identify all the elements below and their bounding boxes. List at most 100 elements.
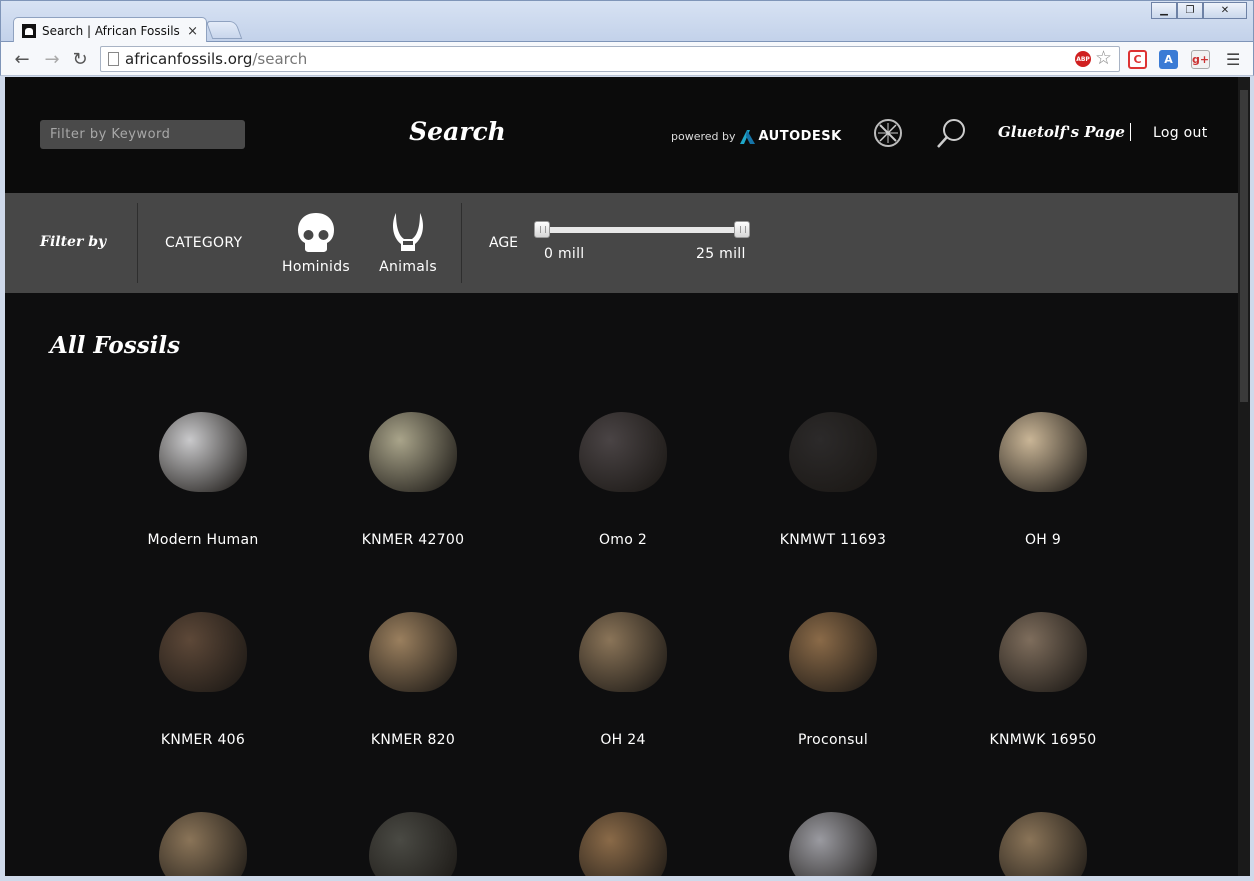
fossil-label: Modern Human (147, 532, 259, 548)
fossil-image (579, 612, 667, 692)
category-hominids-label: Hominids (282, 259, 350, 275)
fossil-card[interactable]: Proconsul (743, 587, 923, 748)
new-tab-button[interactable] (205, 21, 243, 39)
fossil-thumbnail[interactable] (323, 587, 503, 717)
bookmark-star-icon[interactable]: ☆ (1095, 47, 1112, 69)
translate-icon[interactable]: A (1159, 50, 1178, 69)
window-close-button[interactable]: ✕ (1203, 2, 1247, 19)
fossil-image (999, 812, 1087, 876)
fossil-thumbnail[interactable] (953, 787, 1133, 876)
fossil-label: KNMER 406 (160, 732, 246, 748)
fossil-thumbnail[interactable] (323, 387, 503, 517)
fossil-label: OH 24 (600, 732, 646, 748)
fossil-thumbnail[interactable] (743, 387, 923, 517)
reload-icon[interactable]: ↻ (69, 48, 91, 70)
fossil-thumbnail[interactable] (953, 387, 1133, 517)
category-label: CATEGORY (165, 235, 243, 251)
skull-icon (298, 213, 334, 252)
age-max-value: 25 mill (696, 246, 746, 262)
url-path: /search (252, 50, 308, 68)
fossil-label: KNMWT 11693 (779, 532, 887, 548)
fossil-image (369, 812, 457, 876)
fossil-thumbnail[interactable] (323, 787, 503, 876)
address-bar[interactable]: africanfossils.org/search (100, 46, 1120, 72)
category-animals-button[interactable]: Animals (368, 211, 448, 275)
fossil-card[interactable]: OH 9 (953, 387, 1133, 548)
fossil-card[interactable] (113, 787, 293, 876)
extension-c-icon[interactable]: C (1128, 50, 1147, 69)
powered-by[interactable]: powered by AUTODESK (671, 129, 842, 144)
browser-toolbar: ← → ↻ africanfossils.org/search ABP ☆ C … (0, 42, 1254, 76)
compass-icon[interactable] (872, 117, 904, 149)
maximize-button[interactable]: ❐ (1177, 2, 1203, 19)
fossil-image (579, 412, 667, 492)
fossil-label: KNMER 820 (370, 732, 456, 748)
fossil-thumbnail[interactable] (533, 387, 713, 517)
fossil-card[interactable]: OH 24 (533, 587, 713, 748)
fossil-image (159, 812, 247, 876)
filter-bar: Filter by CATEGORY Hominids Animals AGE … (5, 193, 1238, 293)
google-plus-icon[interactable]: g+ (1191, 50, 1210, 69)
adblock-icon[interactable]: ABP (1075, 51, 1091, 67)
fossil-card[interactable]: Omo 2 (533, 387, 713, 548)
fossil-label: Omo 2 (598, 532, 648, 548)
fossil-image (369, 412, 457, 492)
fossil-image (999, 412, 1087, 492)
fossil-thumbnail[interactable] (533, 787, 713, 876)
fossil-card[interactable] (743, 787, 923, 876)
powered-by-text: powered by (671, 130, 736, 143)
minimize-button[interactable]: ▁ (1151, 2, 1177, 19)
age-slider-track[interactable] (542, 227, 742, 233)
user-page-link[interactable]: Gluetolf's Page (998, 123, 1125, 141)
tab-title: Search | African Fossils (42, 24, 180, 38)
fossil-thumbnail[interactable] (953, 587, 1133, 717)
fossil-image (789, 412, 877, 492)
fossil-thumbnail[interactable] (743, 587, 923, 717)
fossil-image (159, 612, 247, 692)
header-divider (1130, 123, 1131, 141)
fossil-thumbnail[interactable] (113, 787, 293, 876)
age-label: AGE (489, 235, 519, 251)
fossil-card[interactable]: KNMWT 11693 (743, 387, 923, 548)
fossil-card[interactable]: KNMER 406 (113, 587, 293, 748)
category-animals-label: Animals (379, 259, 437, 275)
site-header: Search powered by AUTODESK Gluetolf's Pa… (5, 77, 1238, 193)
browser-tab[interactable]: Search | African Fossils × (13, 17, 207, 44)
logout-link[interactable]: Log out (1153, 125, 1207, 141)
fossil-card[interactable] (323, 787, 503, 876)
fossil-card[interactable]: KNMER 820 (323, 587, 503, 748)
fossil-image (789, 612, 877, 692)
fossil-label: KNMWK 16950 (989, 732, 1097, 748)
scrollbar-thumb[interactable] (1240, 90, 1248, 402)
horns-icon (393, 213, 423, 251)
category-hominids-button[interactable]: Hominids (276, 211, 356, 275)
fossil-card[interactable]: Modern Human (113, 387, 293, 548)
page-title: Search (409, 117, 506, 146)
url-host: africanfossils.org (125, 50, 253, 68)
fossil-image (369, 612, 457, 692)
fossil-thumbnail[interactable] (113, 587, 293, 717)
forward-arrow-icon[interactable]: → (41, 48, 63, 70)
keyword-filter-input[interactable] (40, 120, 245, 149)
fossil-card[interactable]: KNMWK 16950 (953, 587, 1133, 748)
fossil-card[interactable]: KNMER 42700 (323, 387, 503, 548)
browser-menu-icon[interactable]: ☰ (1226, 50, 1240, 69)
fossil-thumbnail[interactable] (533, 587, 713, 717)
fossil-card[interactable] (953, 787, 1133, 876)
fossil-image (999, 612, 1087, 692)
window-controls: ▁ ❐ ✕ (1151, 2, 1247, 19)
fossil-thumbnail[interactable] (743, 787, 923, 876)
fossil-image (159, 412, 247, 492)
back-arrow-icon[interactable]: ← (11, 48, 33, 70)
page-icon (108, 52, 119, 66)
age-min-value: 0 mill (544, 246, 585, 262)
age-slider-max-handle[interactable] (734, 221, 750, 238)
search-icon[interactable] (935, 117, 967, 149)
fossil-label: OH 9 (1024, 532, 1062, 548)
autodesk-logo-icon (739, 129, 755, 144)
tab-close-icon[interactable]: × (187, 24, 198, 39)
section-title: All Fossils (50, 332, 181, 359)
fossil-card[interactable] (533, 787, 713, 876)
age-slider-min-handle[interactable] (534, 221, 550, 238)
fossil-thumbnail[interactable] (113, 387, 293, 517)
